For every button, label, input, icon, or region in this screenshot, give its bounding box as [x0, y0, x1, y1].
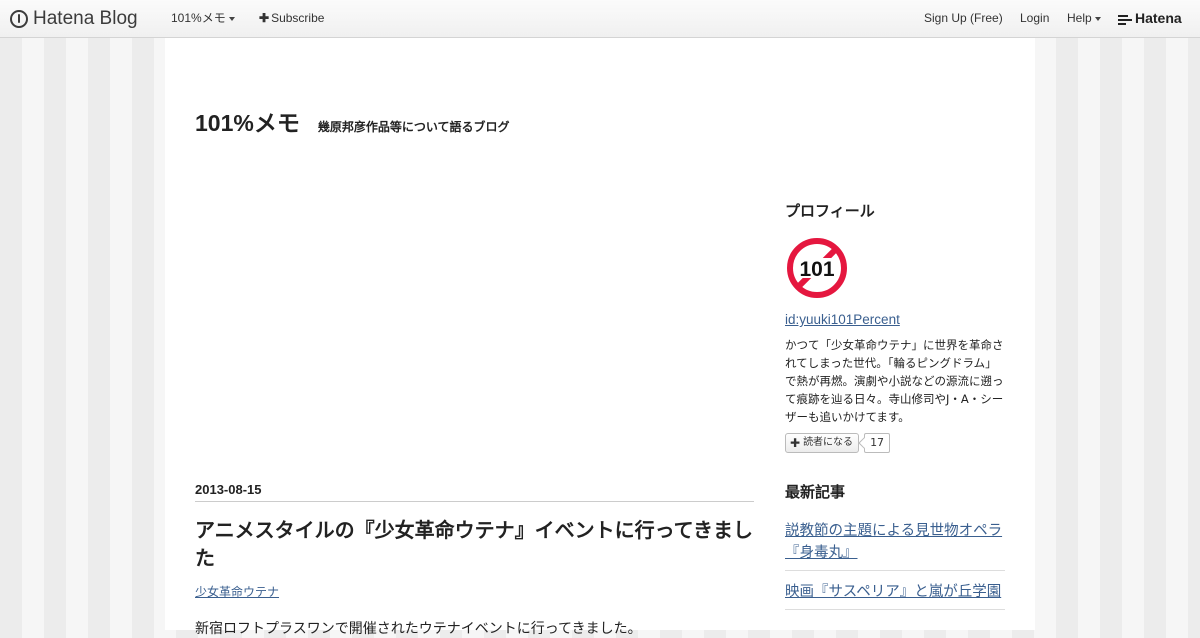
login-label: Login: [1020, 11, 1050, 25]
entry-body: 新宿ロフトプラスワンで開催されたウテナイベントに行ってきました。: [195, 621, 642, 637]
recent-entry-link[interactable]: 映画『サスペリア』と嵐が丘学園: [785, 584, 1001, 600]
plus-icon: ✚: [790, 436, 801, 450]
signup-link[interactable]: Sign Up (Free): [924, 0, 1003, 37]
recent-heading: 最新記事: [785, 483, 846, 501]
reader-widget: ✚ 読者になる 17: [785, 433, 891, 453]
hatena-label: Hatena: [1135, 10, 1182, 26]
recent-entry-link[interactable]: 説教節の主題による見世物オペラ『身毒丸』: [785, 523, 1002, 561]
entry-title[interactable]: アニメスタイルの『少女革命ウテナ』イベントに行ってきました: [195, 516, 757, 572]
hatena-blog-logo[interactable]: Hatena Blog: [10, 0, 138, 37]
profile-heading: プロフィール: [785, 202, 875, 220]
list-item: 映画『サスペリア』と嵐が丘学園: [785, 571, 1005, 610]
signup-label: Sign Up (Free): [924, 11, 1003, 25]
caret-down-icon: [228, 16, 235, 21]
profile-bio: かつて「少女革命ウテナ」に世界を革命されてしまった世代。「輪るピングドラム」で熱…: [785, 338, 1004, 424]
reader-count: 17: [864, 433, 891, 453]
help-label: Help: [1067, 11, 1092, 25]
hatena-pen-icon: [10, 9, 28, 28]
blog-menu[interactable]: 101%メモ: [171, 0, 235, 37]
hatena-mark-icon: [1118, 14, 1132, 25]
caret-down-icon: [1094, 16, 1101, 21]
login-link[interactable]: Login: [1020, 0, 1049, 37]
help-menu[interactable]: Help: [1067, 0, 1101, 37]
blog-title[interactable]: 101%メモ: [195, 104, 300, 138]
blog-title-area: 101%メモ 幾原邦彦作品等について語るブログ: [195, 104, 509, 138]
global-header: Hatena Blog 101%メモ ✚ Subscribe Sign Up (F…: [0, 0, 1200, 38]
profile-id-link[interactable]: id:yuuki101Percent: [785, 312, 900, 327]
avatar-label: 101: [799, 258, 834, 281]
hatena-link[interactable]: Hatena: [1118, 0, 1182, 37]
subscribe-button[interactable]: ✚ Subscribe: [259, 0, 324, 37]
entry-category-link[interactable]: 少女革命ウテナ: [195, 583, 279, 600]
recent-entries-list: 説教節の主題による見世物オペラ『身毒丸』 映画『サスペリア』と嵐が丘学園: [785, 516, 1005, 610]
profile-avatar[interactable]: 101: [787, 238, 847, 298]
brand-label: Hatena Blog: [33, 8, 138, 29]
list-item: 説教節の主題による見世物オペラ『身毒丸』: [785, 516, 1005, 571]
subscribe-reader-label: 読者になる: [803, 437, 854, 448]
subscribe-reader-button[interactable]: ✚ 読者になる: [785, 433, 860, 453]
subscribe-label: Subscribe: [271, 11, 325, 25]
blog-container: 101%メモ 幾原邦彦作品等について語るブログ 2013-08-15 アニメスタ…: [165, 38, 1035, 637]
plus-icon: ✚: [259, 11, 270, 25]
blog-description: 幾原邦彦作品等について語るブログ: [317, 120, 510, 134]
blog-menu-label: 101%メモ: [171, 11, 226, 25]
entry-date[interactable]: 2013-08-15: [195, 482, 754, 502]
